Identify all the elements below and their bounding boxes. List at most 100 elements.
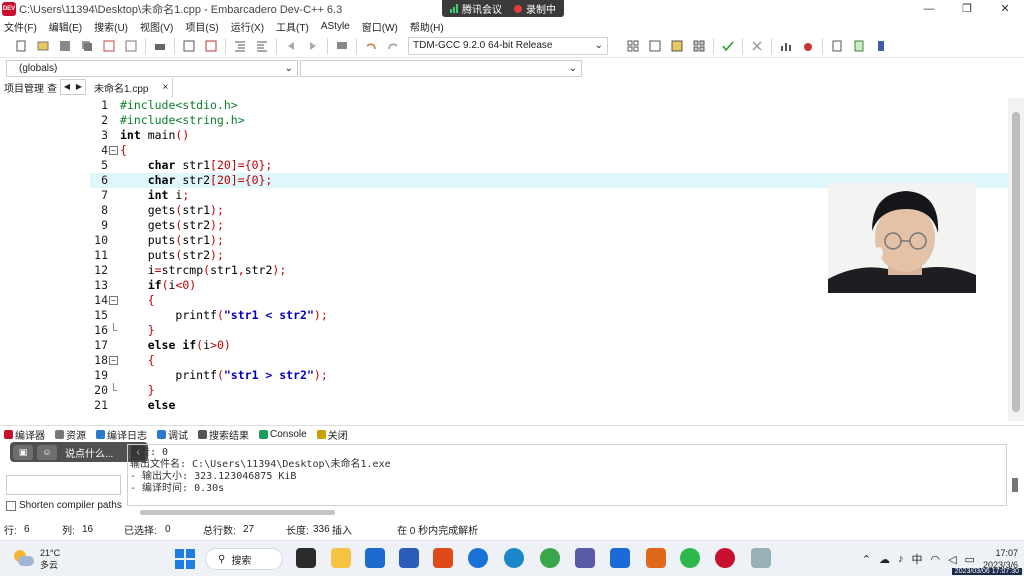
print-icon[interactable] [149,37,171,55]
compiler-select[interactable]: TDM-GCC 9.2.0 64-bit Release ⌄ [408,36,608,55]
tab-console[interactable]: Console [259,429,307,440]
matlab-icon[interactable] [646,548,666,568]
recording-status[interactable]: 录制中 [514,1,556,16]
debug-icon[interactable] [797,37,819,55]
chevron-left-icon[interactable]: ◀ [61,80,73,94]
tab-close[interactable]: 关闭 [316,427,348,442]
meeting-status[interactable]: 腾讯会议 [450,1,502,16]
tencent-meeting-icon[interactable] [610,548,630,568]
file-explorer-icon[interactable] [331,548,351,568]
compiler-option-field[interactable] [6,475,121,495]
tab-debug[interactable]: 调试 [157,427,188,442]
stop-icon[interactable] [746,37,768,55]
compile-run-icon[interactable] [666,37,688,55]
code-line[interactable]: 2 #include<string.h> [90,113,1008,128]
ime-indicator[interactable]: 中 [911,551,922,567]
office-icon[interactable] [433,548,453,568]
check-syntax-icon[interactable] [717,37,739,55]
qq-browser-icon[interactable] [468,548,488,568]
undo-icon[interactable] [360,37,382,55]
compile-log-output[interactable]: 警告: 0 输出文件名: C:\Users\11394\Desktop\未命名1… [127,444,1007,506]
member-scope-select[interactable]: ⌄ [300,59,582,77]
back-icon[interactable] [280,37,302,55]
replace-icon[interactable] [200,37,222,55]
menu-tools[interactable]: 工具(T) [276,19,309,34]
cloud-icon[interactable]: ☁ [879,553,890,566]
wechat-icon[interactable] [680,548,700,568]
devcpp-taskbar-icon[interactable] [715,548,735,568]
profile-icon[interactable] [775,37,797,55]
tab-compile-log[interactable]: 编译日志 [96,427,147,442]
grid-app-icon[interactable] [575,548,595,568]
forward-icon[interactable] [302,37,324,55]
shorten-paths-checkbox[interactable] [6,500,16,511]
new-file-icon[interactable] [10,37,32,55]
find-icon[interactable] [178,37,200,55]
weather-widget[interactable]: 21°C 多云 [14,547,60,571]
tab-resources[interactable]: 资源 [55,427,86,442]
code-line[interactable]: 20 } [90,383,1008,398]
meeting-control-bar[interactable]: 腾讯会议 录制中 [442,0,564,17]
store-icon[interactable] [365,548,385,568]
tab-project-manager[interactable]: 项目管理 [4,80,44,95]
comment-icon[interactable] [331,37,353,55]
code-line[interactable]: 21 else [90,398,1008,413]
menu-view[interactable]: 视图(V) [140,19,173,34]
add-to-project-icon[interactable] [826,37,848,55]
menu-help[interactable]: 帮助(H) [410,19,444,34]
tab-class-browser[interactable]: 查 [47,80,57,95]
tab-search-results[interactable]: 搜索结果 [198,427,249,442]
app-window-icon[interactable] [751,548,771,568]
code-line[interactable]: 4−{ [90,143,1008,158]
fold-toggle-icon[interactable]: − [109,356,118,365]
code-line[interactable]: 18− { [90,353,1008,368]
code-line[interactable]: 17 else if(i>0) [90,338,1008,353]
minimize-button[interactable]: — [910,0,948,18]
editor-vertical-scrollbar[interactable] [1008,98,1024,421]
menu-search[interactable]: 搜索(U) [94,19,128,34]
class-scope-select[interactable]: (globals) ⌄ [6,59,298,77]
remove-from-project-icon[interactable] [848,37,870,55]
code-line[interactable]: 15 printf("str1 < str2"); [90,308,1008,323]
open-file-icon[interactable] [32,37,54,55]
indent-icon[interactable] [229,37,251,55]
windows-start-icon[interactable] [175,549,195,569]
word-icon[interactable] [399,548,419,568]
menu-file[interactable]: 文件(F) [4,19,37,34]
menu-edit[interactable]: 编辑(E) [49,19,82,34]
menu-astyle[interactable]: AStyle [321,21,350,32]
save-all-icon[interactable] [76,37,98,55]
emoji-icon[interactable]: ☺ [37,444,57,460]
code-line[interactable]: 14− { [90,293,1008,308]
log-vertical-scrollbar[interactable] [1012,478,1018,492]
battery-icon[interactable]: ▭ [965,553,975,566]
save-icon[interactable] [54,37,76,55]
screen-share-icon[interactable]: ▣ [13,444,33,460]
code-line[interactable]: 3 int main() [90,128,1008,143]
editor-tab-file[interactable]: 未命名1.cpp × [90,78,174,97]
chat-input[interactable]: 说点什么... [65,445,113,460]
taskbar-search[interactable]: ⚲ 搜索 [205,548,283,570]
rebuild-icon[interactable] [688,37,710,55]
menu-window[interactable]: 窗口(W) [362,19,398,34]
close-window-button[interactable]: ✕ [986,0,1024,18]
microphone-icon[interactable]: ♪ [898,553,904,565]
code-line[interactable]: 16 } [90,323,1008,338]
maximize-button[interactable]: ❐ [948,0,986,18]
compile-icon[interactable] [622,37,644,55]
run-icon[interactable] [644,37,666,55]
menu-project[interactable]: 项目(S) [185,19,218,34]
wifi-icon[interactable]: ◠ [930,553,940,566]
code-line[interactable]: 19 printf("str1 > str2"); [90,368,1008,383]
chevron-up-icon[interactable]: ⌃ [862,553,871,566]
edge-icon[interactable] [504,548,524,568]
tab-compiler[interactable]: 编译器 [4,427,45,442]
fold-toggle-icon[interactable]: − [109,296,118,305]
scrollbar-thumb[interactable] [1012,112,1020,412]
code-line[interactable]: 1 #include<stdio.h> [90,98,1008,113]
close-tab-icon[interactable]: × [162,82,168,93]
log-horizontal-scrollbar[interactable] [140,510,335,515]
chevron-right-icon[interactable]: ▶ [73,80,85,94]
unindent-icon[interactable] [251,37,273,55]
fold-toggle-icon[interactable]: − [109,146,118,155]
